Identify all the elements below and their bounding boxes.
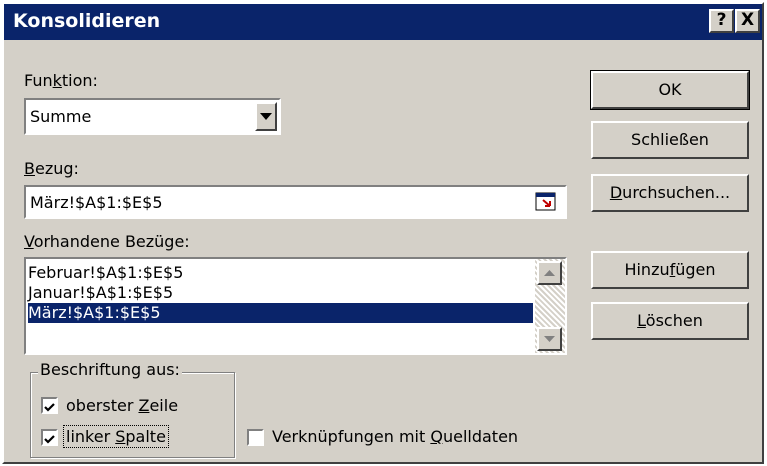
arrow-down-icon (544, 336, 555, 342)
reference-input[interactable]: März!$A$1:$E$5 (24, 185, 567, 219)
reference-value: März!$A$1:$E$5 (30, 193, 163, 212)
consolidate-dialog: Konsolidieren ? X Funktion: Summe Bezug:… (2, 2, 764, 464)
scrollbar[interactable] (535, 259, 565, 353)
left-column-checkbox[interactable] (41, 429, 58, 446)
close-button[interactable]: Schließen (591, 121, 749, 159)
dialog-title: Konsolidieren (13, 10, 161, 32)
function-selected-value: Summe (30, 107, 92, 126)
title-bar[interactable]: Konsolidieren ? X (4, 4, 762, 40)
function-label: Funktion: (24, 71, 98, 90)
checkmark-icon (44, 435, 55, 444)
function-dropdown-button[interactable] (255, 102, 277, 131)
scroll-down-button[interactable] (537, 327, 562, 351)
close-window-button[interactable]: X (735, 9, 760, 33)
chevron-down-icon (260, 113, 272, 120)
source-links-checkbox[interactable] (247, 429, 264, 446)
checkmark-icon (44, 403, 55, 412)
function-select[interactable]: Summe (24, 98, 281, 135)
source-links-label[interactable]: Verknüpfungen mit Quelldaten (272, 427, 518, 446)
ok-button[interactable]: OK (590, 70, 750, 110)
add-button[interactable]: Hinzufügen (591, 251, 749, 289)
existing-references-label: Vorhandene Bezüge: (24, 232, 190, 251)
delete-button[interactable]: Löschen (591, 302, 749, 340)
list-item[interactable]: Januar!$A$1:$E$5 (28, 283, 533, 303)
top-row-label[interactable]: oberster Zeile (66, 396, 178, 415)
reference-label: Bezug: (24, 159, 79, 178)
list-item[interactable]: Februar!$A$1:$E$5 (28, 263, 533, 283)
top-row-checkbox[interactable] (41, 397, 58, 414)
scroll-up-button[interactable] (537, 261, 562, 285)
arrow-up-icon (544, 270, 555, 276)
browse-button[interactable]: Durchsuchen... (591, 174, 749, 212)
collapse-dialog-icon[interactable] (535, 191, 557, 213)
help-button[interactable]: ? (709, 9, 734, 33)
existing-references-list[interactable]: Februar!$A$1:$E$5 Januar!$A$1:$E$5 März!… (24, 257, 567, 355)
label-options-legend: Beschriftung aus: (38, 360, 182, 379)
left-column-label[interactable]: linker Spalte (63, 425, 169, 448)
list-item-selected[interactable]: März!$A$1:$E$5 (28, 303, 533, 323)
